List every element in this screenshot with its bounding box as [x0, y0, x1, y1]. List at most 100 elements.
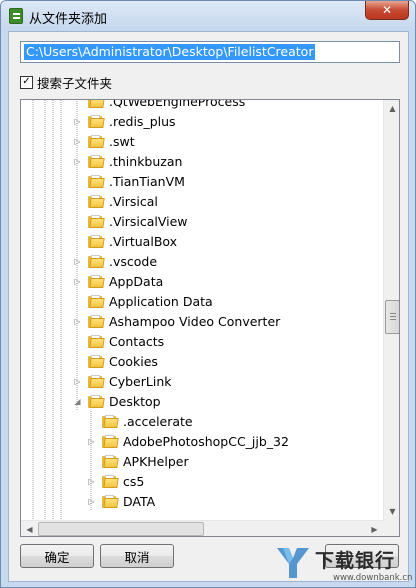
- tree-item-label: .Virsical: [109, 193, 158, 209]
- tree-item[interactable]: ◢ Desktop: [73, 391, 161, 411]
- expand-arrow-icon[interactable]: ▷: [87, 497, 96, 506]
- tree-item[interactable]: ▷ .vscode: [73, 251, 157, 271]
- folder-icon: [88, 154, 105, 168]
- tree-item[interactable]: .VirsicalView: [73, 211, 188, 231]
- tree-item[interactable]: ▷ Ashampoo Video Converter: [73, 311, 280, 331]
- tree-item-label: Ashampoo Video Converter: [109, 313, 281, 329]
- scroll-left-arrow-icon[interactable]: ◀: [21, 521, 38, 536]
- tree-item-label: CyberLink: [109, 373, 172, 389]
- tree-item-label: .swt: [109, 133, 135, 149]
- window-title: 从文件夹添加: [29, 12, 108, 27]
- tree-item[interactable]: ▷ CyberLink: [73, 371, 172, 391]
- tree-item[interactable]: ▷ .thinkbuzan: [73, 151, 182, 171]
- scroll-down-arrow-icon[interactable]: ▼: [384, 503, 399, 520]
- collapse-arrow-icon[interactable]: ◢: [73, 397, 82, 406]
- tree-item[interactable]: Cookies: [73, 351, 158, 371]
- tree-item[interactable]: APKHelper: [87, 451, 189, 471]
- downbank-logo-icon: [277, 548, 309, 578]
- tree-item-label: Desktop: [109, 393, 161, 409]
- tree-item[interactable]: .VirtualBox: [73, 231, 177, 251]
- tree-item-label: .vscode: [109, 253, 158, 269]
- expand-arrow-icon[interactable]: ▷: [73, 257, 82, 266]
- ok-button[interactable]: 确定: [20, 544, 94, 568]
- folder-icon: [88, 314, 105, 328]
- tree-item[interactable]: ▷ .swt: [73, 131, 135, 151]
- expand-arrow-icon: [87, 417, 96, 426]
- folder-icon: [88, 174, 105, 188]
- folder-icon: [88, 354, 105, 368]
- tree-item-label: .accelerate: [123, 413, 193, 429]
- folder-icon: [102, 414, 119, 428]
- tree-item[interactable]: .Virsical: [73, 191, 158, 211]
- expand-arrow-icon: [73, 197, 82, 206]
- expand-arrow-icon[interactable]: ▷: [87, 477, 96, 486]
- expand-arrow-icon[interactable]: ▷: [73, 317, 82, 326]
- tree-item-label: DATA: [123, 493, 156, 509]
- expand-arrow-icon: [73, 237, 82, 246]
- tree-item-label: .QtWebEngineProcess: [109, 99, 246, 109]
- folder-icon: [88, 134, 105, 148]
- tree-item[interactable]: .accelerate: [87, 411, 193, 431]
- dialog-window: 从文件夹添加 ✕ C:\Users\Administrator\Desktop\…: [0, 0, 416, 588]
- folder-icon: [88, 374, 105, 388]
- watermark-text: 下载银行: [315, 550, 396, 572]
- folder-icon: [88, 114, 105, 128]
- expand-arrow-icon[interactable]: ▷: [73, 157, 82, 166]
- folder-tree[interactable]: .QtWebEngineProcess ▷ .redis_plus ▷ .swt ▷ .th…: [20, 99, 400, 537]
- tree-item-label: AppData: [109, 273, 164, 289]
- horizontal-scrollbar[interactable]: ◀ ▶: [21, 520, 383, 536]
- watermark: 下载银行 www.downbank.cn: [275, 544, 415, 587]
- tree-item[interactable]: ▷ .redis_plus: [73, 111, 175, 131]
- horizontal-scroll-thumb[interactable]: [38, 522, 204, 536]
- expand-arrow-icon[interactable]: ▷: [73, 277, 82, 286]
- folder-icon: [102, 474, 119, 488]
- cancel-button[interactable]: 取消: [100, 544, 174, 568]
- expand-arrow-icon[interactable]: ▷: [73, 377, 82, 386]
- folder-icon: [88, 394, 105, 408]
- app-icon: [9, 8, 23, 24]
- title-bar[interactable]: 从文件夹添加 ✕: [1, 1, 415, 31]
- tree-item[interactable]: ▷ AppData: [73, 271, 163, 291]
- folder-icon: [102, 494, 119, 508]
- tree-item[interactable]: ▷ cs5: [87, 471, 144, 491]
- folder-icon: [88, 214, 105, 228]
- tree-item-label: Cookies: [109, 353, 158, 369]
- tree-item[interactable]: .QtWebEngineProcess: [73, 99, 246, 111]
- vertical-scrollbar[interactable]: ▲ ▼: [383, 100, 399, 520]
- folder-icon: [88, 334, 105, 348]
- expand-arrow-icon: [73, 297, 82, 306]
- scroll-right-arrow-icon[interactable]: ▶: [366, 521, 383, 536]
- tree-item-label: Contacts: [109, 333, 165, 349]
- folder-icon: [88, 254, 105, 268]
- tree-item[interactable]: ▷ DATA: [87, 491, 155, 511]
- tree-item[interactable]: Application Data: [73, 291, 213, 311]
- tree-item-label: Application Data: [109, 293, 213, 309]
- scrollbar-corner: [383, 520, 399, 536]
- folder-icon: [88, 194, 105, 208]
- tree-item-label: AdobePhotoshopCC_jjb_32: [123, 433, 289, 449]
- tree-item-label: .thinkbuzan: [109, 153, 183, 169]
- folder-icon: [102, 434, 119, 448]
- tree-item[interactable]: .TianTianVM: [73, 171, 185, 191]
- tree-item[interactable]: ▷ AdobePhotoshopCC_jjb_32: [87, 431, 289, 451]
- folder-icon: [88, 294, 105, 308]
- tree-item[interactable]: Contacts: [73, 331, 164, 351]
- vertical-scroll-thumb[interactable]: [385, 300, 399, 335]
- tree-item-label: .TianTianVM: [109, 173, 185, 189]
- expand-arrow-icon[interactable]: ▷: [87, 437, 96, 446]
- tree-item-label: APKHelper: [123, 453, 189, 469]
- path-input[interactable]: [20, 41, 400, 63]
- folder-icon: [88, 100, 105, 108]
- watermark-url: www.downbank.cn: [333, 573, 413, 583]
- search-subfolders-checkbox[interactable]: ✓: [20, 75, 33, 89]
- close-button[interactable]: ✕: [365, 1, 409, 20]
- folder-icon: [88, 234, 105, 248]
- expand-arrow-icon: [73, 100, 82, 106]
- expand-arrow-icon: [73, 357, 82, 366]
- search-subfolders-option[interactable]: ✓ 搜索子文件夹: [20, 74, 112, 91]
- expand-arrow-icon: [73, 337, 82, 346]
- expand-arrow-icon[interactable]: ▷: [73, 117, 82, 126]
- scroll-up-arrow-icon[interactable]: ▲: [384, 100, 399, 117]
- dialog-client-area: C:\Users\Administrator\Desktop\FilelistC…: [8, 31, 409, 582]
- expand-arrow-icon[interactable]: ▷: [73, 137, 82, 146]
